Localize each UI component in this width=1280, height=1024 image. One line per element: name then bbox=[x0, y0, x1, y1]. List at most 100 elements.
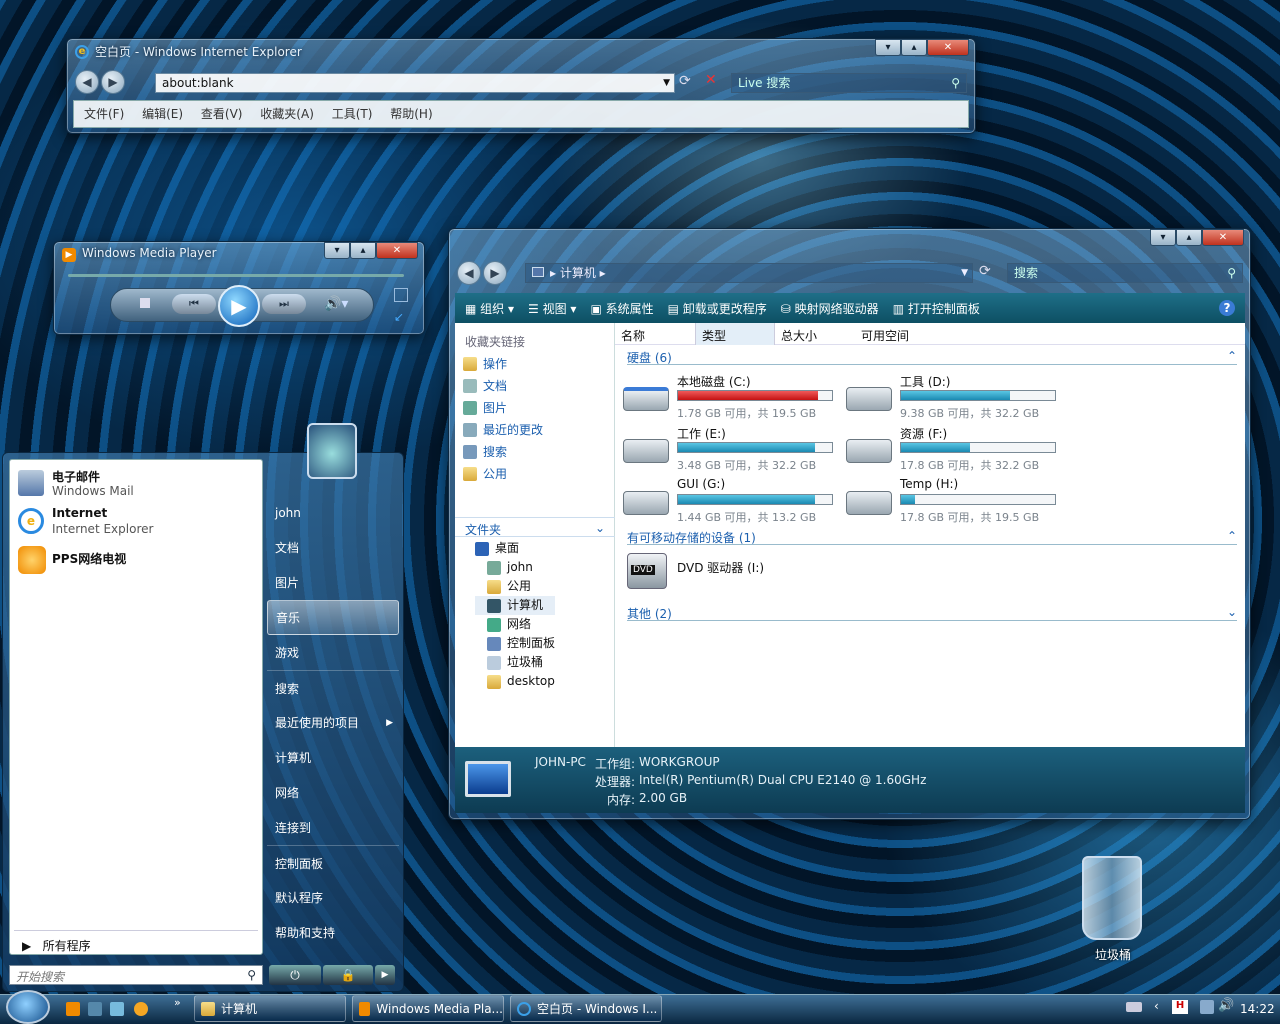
favorite-pictures[interactable]: 图片 bbox=[463, 397, 543, 419]
system-properties-button[interactable]: ▣ 系统属性 bbox=[590, 300, 653, 317]
start-item-pictures[interactable]: 图片 bbox=[267, 565, 399, 600]
group-hard-disks[interactable]: 硬盘 (6) ⌃ bbox=[627, 349, 1237, 365]
start-item-music[interactable]: 音乐 bbox=[267, 600, 399, 635]
mini-mode-button[interactable]: ▾ bbox=[324, 242, 350, 259]
drive-item[interactable]: 工作 (E:) 3.48 GB 可用，共 32.2 GB bbox=[623, 425, 838, 473]
quicklaunch-more-icon[interactable]: » bbox=[174, 996, 181, 1009]
drive-item[interactable]: 工具 (D:) 9.38 GB 可用，共 32.2 GB bbox=[846, 373, 1061, 421]
input-method-icon[interactable]: H bbox=[1172, 1000, 1188, 1014]
pinned-pps[interactable]: PPS网络电视 bbox=[14, 542, 258, 578]
dropdown-icon[interactable]: ▼ bbox=[961, 264, 968, 282]
lock-button[interactable]: 🔒 bbox=[323, 965, 373, 985]
network-tray-icon[interactable] bbox=[1200, 1000, 1214, 1014]
tree-item-network[interactable]: 网络 bbox=[475, 615, 555, 634]
pinned-mail[interactable]: 电子邮件 Windows Mail bbox=[14, 466, 258, 502]
taskbar-button-ie[interactable]: 空白页 - Windows I... bbox=[510, 995, 662, 1022]
favorite-actions[interactable]: 操作 bbox=[463, 353, 543, 375]
forward-icon[interactable]: ▶ bbox=[483, 261, 507, 285]
column-free-space[interactable]: 可用空间 bbox=[861, 327, 909, 344]
keyboard-icon[interactable] bbox=[1126, 1002, 1142, 1012]
all-programs-button[interactable]: ▶ 所有程序 bbox=[14, 930, 258, 953]
tree-item-recycle-bin[interactable]: 垃圾桶 bbox=[475, 653, 555, 672]
chevron-up-icon[interactable]: ⌃ bbox=[1227, 349, 1237, 363]
stop-icon[interactable] bbox=[140, 298, 150, 308]
favorite-search[interactable]: 搜索 bbox=[463, 441, 543, 463]
refresh-icon[interactable]: ⟳ bbox=[679, 73, 691, 89]
start-item-games[interactable]: 游戏 bbox=[267, 635, 399, 670]
column-type[interactable]: 类型 bbox=[695, 323, 775, 345]
volume-tray-icon[interactable]: 🔊 bbox=[1218, 998, 1234, 1013]
quicklaunch-show-desktop-icon[interactable] bbox=[88, 1002, 102, 1016]
chevron-down-icon[interactable]: ⌄ bbox=[1227, 605, 1237, 619]
next-icon[interactable]: ⏭ bbox=[262, 294, 306, 314]
start-button[interactable] bbox=[6, 990, 50, 1024]
switch-library-icon[interactable] bbox=[394, 288, 408, 302]
quicklaunch-switch-icon[interactable] bbox=[110, 1002, 124, 1016]
menu-tools[interactable]: 工具(T) bbox=[332, 107, 373, 121]
close-button[interactable]: ✕ bbox=[376, 242, 418, 259]
control-panel-button[interactable]: ▥ 打开控制面板 bbox=[893, 300, 980, 317]
power-options-button[interactable]: ▶ bbox=[375, 965, 395, 985]
tree-item-desktop-folder[interactable]: desktop bbox=[475, 672, 555, 691]
close-button[interactable]: ✕ bbox=[1202, 229, 1244, 246]
power-button[interactable]: ⏻ bbox=[269, 965, 321, 985]
favorite-documents[interactable]: 文档 bbox=[463, 375, 543, 397]
seek-bar[interactable] bbox=[68, 274, 404, 277]
favorite-public[interactable]: 公用 bbox=[463, 463, 543, 485]
explorer-window[interactable]: ▾ ▴ ✕ ◀ ▶ ▸ 计算机 ▸ ▼ ⟳ 搜索 ⚲ ▦ 组织 ▾ ☰ 视图 ▾ … bbox=[448, 228, 1251, 820]
tree-item-control-panel[interactable]: 控制面板 bbox=[475, 634, 555, 653]
maximize-button[interactable]: ▴ bbox=[1176, 229, 1202, 246]
start-item-help[interactable]: 帮助和支持 bbox=[267, 915, 399, 950]
start-item-user[interactable]: john bbox=[267, 495, 399, 530]
taskbar-button-wmp[interactable]: Windows Media Pla... bbox=[352, 995, 504, 1022]
drive-item[interactable]: 本地磁盘 (C:) 1.78 GB 可用，共 19.5 GB bbox=[623, 373, 838, 421]
group-other[interactable]: 其他 (2) ⌄ bbox=[627, 605, 1237, 621]
breadcrumb[interactable]: 计算机 bbox=[560, 266, 596, 280]
search-input[interactable]: 搜索 ⚲ bbox=[1007, 263, 1243, 283]
menu-file[interactable]: 文件(F) bbox=[84, 107, 124, 121]
stop-icon[interactable]: ✕ bbox=[705, 72, 717, 88]
close-button[interactable]: ✕ bbox=[927, 39, 969, 56]
search-input[interactable]: Live 搜索 ⚲ bbox=[731, 73, 967, 93]
chevron-down-icon[interactable]: ⌄ bbox=[595, 521, 605, 535]
chevron-up-icon[interactable]: ⌃ bbox=[1227, 529, 1237, 543]
taskbar-button-computer[interactable]: 计算机 bbox=[194, 995, 346, 1022]
tree-item-john[interactable]: john bbox=[475, 558, 555, 577]
start-item-control-panel[interactable]: 控制面板 bbox=[267, 845, 399, 880]
minimize-button[interactable]: ▾ bbox=[1150, 229, 1176, 246]
menu-help[interactable]: 帮助(H) bbox=[390, 107, 432, 121]
start-item-default-programs[interactable]: 默认程序 bbox=[267, 880, 399, 915]
column-total-size[interactable]: 总大小 bbox=[781, 327, 817, 344]
drive-item[interactable]: GUI (G:) 1.44 GB 可用，共 13.2 GB bbox=[623, 477, 838, 525]
refresh-icon[interactable]: ⟳ bbox=[979, 263, 991, 279]
search-icon[interactable]: ⚲ bbox=[1227, 264, 1236, 282]
previous-icon[interactable]: ⏮ bbox=[172, 294, 216, 314]
play-icon[interactable]: ▶ bbox=[218, 285, 260, 327]
help-icon[interactable]: ? bbox=[1219, 300, 1235, 316]
search-icon[interactable]: ⚲ bbox=[247, 968, 256, 982]
recycle-bin[interactable]: 垃圾桶 bbox=[1072, 854, 1154, 964]
start-item-documents[interactable]: 文档 bbox=[267, 530, 399, 565]
uninstall-button[interactable]: ▤ 卸载或更改程序 bbox=[668, 300, 767, 317]
start-item-search[interactable]: 搜索 bbox=[267, 670, 399, 705]
volume-icon[interactable]: 🔊▾ bbox=[324, 296, 348, 312]
quicklaunch-pps-icon[interactable] bbox=[134, 1002, 148, 1016]
views-button[interactable]: ☰ 视图 ▾ bbox=[528, 300, 576, 317]
map-drive-button[interactable]: ⛁ 映射网络驱动器 bbox=[781, 300, 879, 317]
address-bar[interactable]: about:blank ▼ bbox=[155, 73, 675, 93]
group-removable[interactable]: 有可移动存储的设备 (1) ⌃ bbox=[627, 529, 1237, 545]
quicklaunch-wmp-icon[interactable] bbox=[66, 1002, 80, 1016]
folders-header[interactable]: 文件夹 ⌄ bbox=[455, 517, 615, 537]
maximize-button[interactable]: ▴ bbox=[350, 242, 376, 259]
menu-favorites[interactable]: 收藏夹(A) bbox=[260, 107, 314, 121]
search-icon[interactable]: ⚲ bbox=[951, 74, 960, 92]
drive-item[interactable]: 资源 (F:) 17.8 GB 可用，共 32.2 GB bbox=[846, 425, 1061, 473]
dropdown-icon[interactable]: ▼ bbox=[663, 74, 670, 92]
start-item-network[interactable]: 网络 bbox=[267, 775, 399, 810]
wmp-window[interactable]: ▶ Windows Media Player ▾ ▴ ✕ ⏮ ▶ ⏭ 🔊▾ ↙ bbox=[53, 241, 425, 335]
favorite-recent[interactable]: 最近的更改 bbox=[463, 419, 543, 441]
maximize-button[interactable]: ▴ bbox=[901, 39, 927, 56]
tree-item-desktop[interactable]: 桌面 bbox=[475, 539, 555, 558]
address-bar[interactable]: ▸ 计算机 ▸ ▼ bbox=[525, 263, 973, 283]
menu-edit[interactable]: 编辑(E) bbox=[142, 107, 183, 121]
